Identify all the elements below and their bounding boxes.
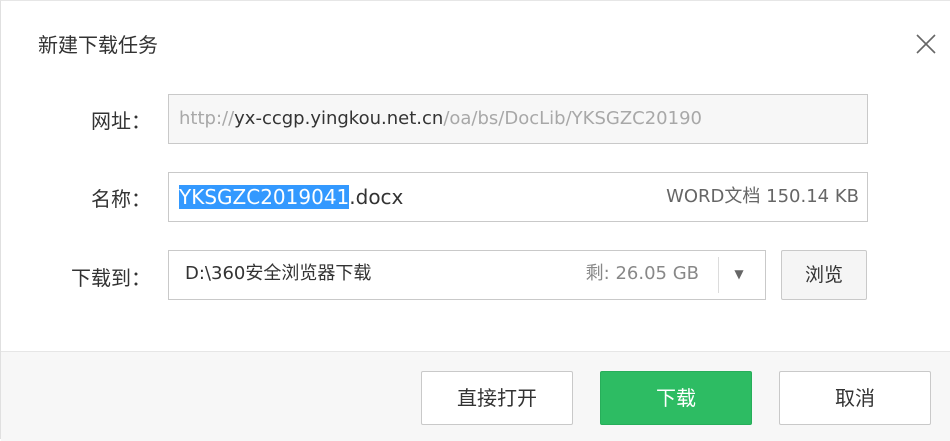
dialog-footer: 直接打开 下载 取消 xyxy=(1,351,950,441)
close-icon[interactable] xyxy=(909,27,943,61)
save-path-value: D:\360安全浏览器下载 xyxy=(185,263,372,284)
filename-selected-text: YKSGZC2019041 xyxy=(179,185,350,209)
url-field[interactable]: http://yx-ccgp.yingkou.net.cn/oa/bs/DocL… xyxy=(168,94,868,144)
save-to-label: 下载到： xyxy=(71,266,151,290)
dialog-titlebar: 新建下载任务 xyxy=(1,1,950,87)
open-directly-button[interactable]: 直接打开 xyxy=(421,371,573,425)
url-path: /oa/bs/DocLib/YKSGZC20190 xyxy=(443,108,702,129)
free-space-text: 剩: 26.05 GB xyxy=(585,263,699,284)
cancel-button[interactable]: 取消 xyxy=(779,371,931,425)
url-prefix: http:// xyxy=(179,108,235,129)
dialog-title: 新建下载任务 xyxy=(38,33,158,57)
name-label: 名称： xyxy=(91,187,151,211)
browse-button[interactable]: 浏览 xyxy=(781,250,867,300)
save-path-select[interactable]: D:\360安全浏览器下载 剩: 26.05 GB ▼ xyxy=(168,250,766,300)
chevron-down-icon[interactable]: ▼ xyxy=(729,251,749,297)
download-button[interactable]: 下载 xyxy=(600,371,752,425)
file-type-size: WORD文档 150.14 KB xyxy=(666,186,859,207)
filename-input[interactable]: YKSGZC2019041.docx WORD文档 150.14 KB xyxy=(168,172,868,222)
url-label: 网址： xyxy=(91,109,151,133)
dropdown-divider xyxy=(718,257,719,293)
filename-extension: .docx xyxy=(349,185,404,209)
new-download-dialog: 新建下载任务 网址： http://yx-ccgp.yingkou.net.cn… xyxy=(0,0,950,441)
url-host: yx-ccgp.yingkou.net.cn xyxy=(234,108,444,129)
